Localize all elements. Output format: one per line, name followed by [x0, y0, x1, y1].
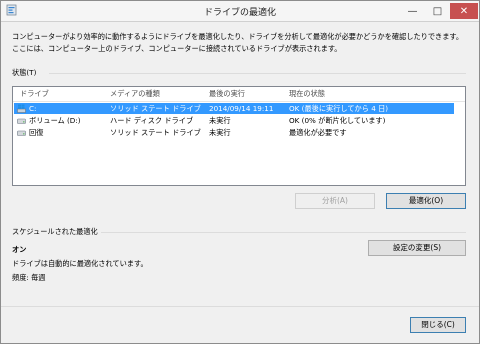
drive-row-d[interactable]: ボリューム (D:) ハード ディスク ドライブ 未実行 OK (0% が断片化… [14, 115, 454, 126]
windows-drive-icon [17, 104, 26, 113]
drive-name: 回復 [29, 128, 44, 137]
analyze-button[interactable]: 分析(A) [295, 193, 375, 209]
last-run: 未実行 [209, 116, 231, 125]
column-header-last-run[interactable]: 最後の実行 [209, 89, 245, 99]
optimize-drives-window: ドライブの最適化 — □ ✕ コンピューターがより効率的に動作するようにドライブ… [0, 0, 480, 344]
minimize-button[interactable]: — [400, 3, 425, 19]
status-section-label: 状態(T) [12, 68, 37, 77]
drive-row-c[interactable]: C: ソリッド ステート ドライブ 2014/09/14 19:11 OK (最… [14, 103, 454, 114]
close-window-button[interactable]: ✕ [450, 3, 478, 19]
column-header-drive[interactable]: ドライブ [20, 89, 49, 99]
drive-name: C: [29, 104, 37, 113]
footer-divider [1, 306, 479, 307]
maximize-button[interactable]: □ [425, 3, 450, 19]
drive-list-header: ドライブ メディアの種類 最後の実行 現在の状態 [13, 87, 465, 102]
current-status: OK (最後に実行してから 4 日) [289, 104, 389, 113]
schedule-state: オン [12, 245, 27, 254]
media-type: ソリッド ステート ドライブ [110, 104, 201, 113]
hard-drive-icon [17, 130, 26, 136]
close-button[interactable]: 閉じる(C) [410, 317, 466, 333]
optimize-button[interactable]: 最適化(O) [386, 193, 466, 209]
current-status: 最適化が必要です [289, 128, 347, 137]
column-header-current-status[interactable]: 現在の状態 [289, 89, 325, 99]
drive-row-recovery[interactable]: 回復 ソリッド ステート ドライブ 未実行 最適化が必要です [14, 127, 454, 138]
status-divider [49, 73, 466, 74]
schedule-frequency: 頻度: 毎週 [12, 273, 46, 282]
schedule-detail: ドライブは自動的に最適化されています。 [12, 259, 148, 268]
current-status: OK (0% が断片化しています) [289, 116, 386, 125]
last-run: 2014/09/14 19:11 [209, 104, 274, 113]
change-settings-button[interactable]: 設定の変更(S) [368, 240, 466, 256]
column-header-media-type[interactable]: メディアの種類 [110, 89, 160, 99]
schedule-divider [101, 232, 466, 233]
media-type: ソリッド ステート ドライブ [110, 128, 201, 137]
title-bar: ドライブの最適化 — □ ✕ [1, 1, 479, 22]
drive-list[interactable]: ドライブ メディアの種類 最後の実行 現在の状態 C: ソリッド ステート ドラ… [12, 86, 466, 186]
schedule-section-label: スケジュールされた最適化 [12, 227, 98, 236]
description-text: コンピューターがより効率的に動作するようにドライブを最適化したり、ドライブを分析… [12, 32, 464, 53]
last-run: 未実行 [209, 128, 231, 137]
hard-drive-icon [17, 118, 26, 124]
drive-name: ボリューム (D:) [29, 116, 81, 125]
media-type: ハード ディスク ドライブ [110, 116, 194, 125]
